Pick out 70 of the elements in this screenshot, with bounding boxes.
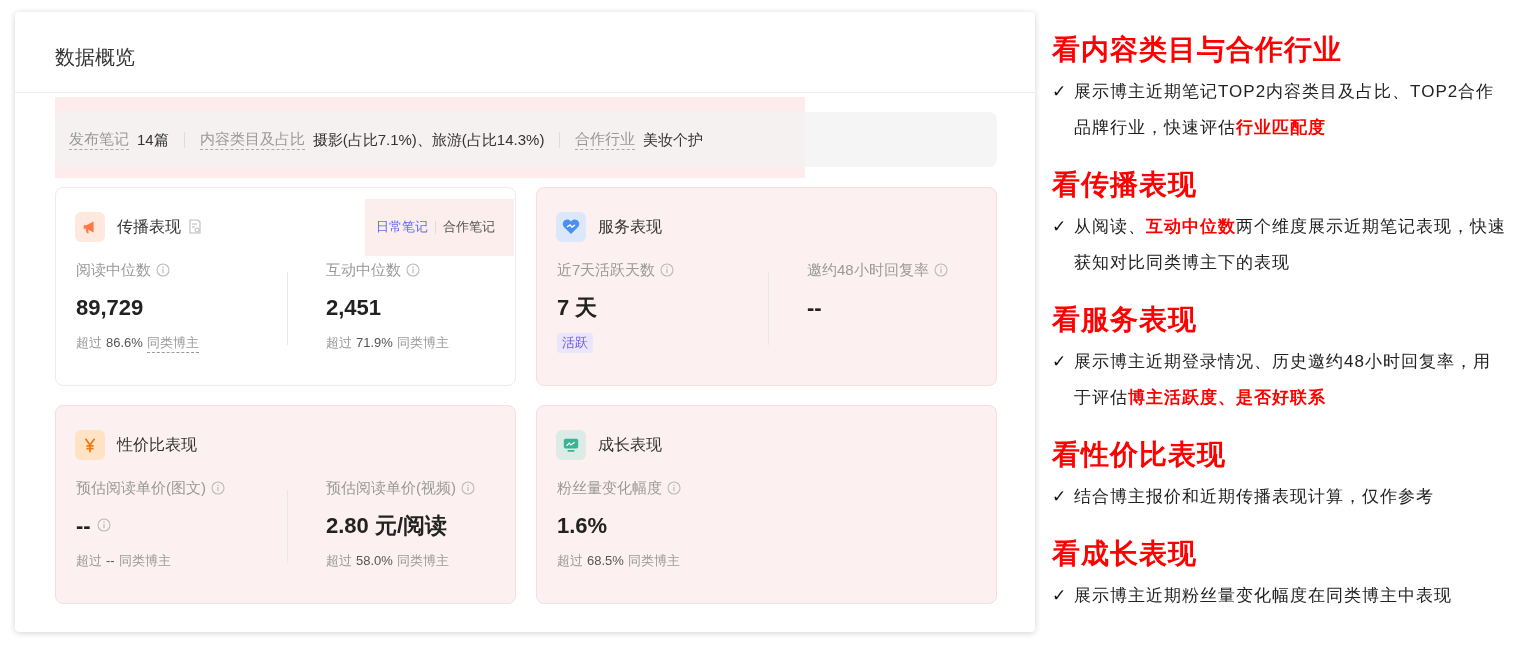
comparison-value: --: [106, 552, 115, 571]
info-icon[interactable]: [667, 481, 681, 495]
comparison-label: 超过: [557, 552, 583, 571]
comparison-label: 超过: [76, 552, 102, 571]
comparison-value: 58.0%: [356, 552, 393, 571]
comparison-label: 超过: [326, 552, 352, 571]
card-title: 成长表现: [598, 435, 662, 455]
card-title: 性价比表现: [117, 435, 197, 455]
note-heading: 看成长表现: [1052, 537, 1198, 571]
metric-label: 预估阅读单价(视频): [326, 477, 456, 498]
metric-label: 近7天活跃天数: [557, 259, 656, 280]
note-heading: 看性价比表现: [1052, 438, 1227, 472]
info-icon[interactable]: [406, 263, 420, 277]
megaphone-icon: [75, 212, 105, 242]
panel-title: 数据概览: [55, 45, 135, 70]
comparison-value: 68.5%: [587, 552, 624, 571]
metric-label: 阅读中位数: [76, 259, 151, 280]
metric-value: 89,729: [76, 293, 144, 322]
info-icon[interactable]: [933, 263, 948, 277]
metric-value: 2.80 元/阅读: [326, 511, 448, 540]
note-text: 展示博主近期粉丝量变化幅度在同类博主中表现: [1074, 585, 1452, 607]
note-heading: 看传播表现: [1052, 168, 1198, 202]
comparison-value: 86.6%: [106, 334, 143, 353]
note-text: 展示博主近期笔记TOP2内容类目及占比、TOP2合作品牌行业，快速评估行业匹配度: [1074, 81, 1496, 139]
summary-label[interactable]: 内容类目及占比: [199, 129, 305, 150]
metric-label: 互动中位数: [326, 259, 401, 280]
metric-value: --: [76, 511, 91, 540]
summary-value: 摄影(占比7.1%)、旅游(占比14.3%): [312, 129, 545, 150]
metric-value: 7 天: [557, 293, 598, 322]
comparison-label: 超过: [326, 334, 352, 353]
card-title: 传播表现: [117, 217, 181, 237]
note-text: 展示博主近期登录情况、历史邀约48小时回复率，用于评估博主活跃度、是否好联系: [1074, 351, 1492, 409]
note-text: 从阅读、互动中位数两个维度展示近期笔记表现，快速获知对比同类博主下的表现: [1074, 216, 1507, 274]
summary-value: 美妆个护: [643, 129, 704, 150]
check-mark: ✓: [1052, 351, 1067, 373]
info-icon[interactable]: [211, 481, 225, 495]
note-text: 结合博主报价和近期传播表现计算，仅作参考: [1074, 486, 1434, 508]
note-heading: 看内容类目与合作行业: [1052, 33, 1343, 67]
summary-label[interactable]: 发布笔记: [69, 129, 129, 150]
comparison-value: 71.9%: [356, 334, 393, 353]
peer-label: 同类博主: [396, 552, 449, 571]
card-title: 服务表现: [598, 217, 662, 237]
comparison-label: 超过: [76, 334, 102, 353]
summary-value: 14篇: [137, 129, 169, 150]
check-mark: ✓: [1052, 585, 1067, 607]
peer-label[interactable]: 同类博主: [146, 332, 199, 354]
metric-label: 预估阅读单价(图文): [76, 477, 206, 498]
peer-label: 同类博主: [627, 552, 680, 571]
metric-value: --: [807, 293, 822, 322]
metric-label: 粉丝量变化幅度: [557, 477, 662, 498]
metric-label: 邀约48小时回复率: [807, 259, 929, 280]
check-mark: ✓: [1052, 216, 1067, 238]
monitor-icon: [556, 430, 586, 460]
check-mark: ✓: [1052, 81, 1067, 103]
info-icon[interactable]: [156, 263, 170, 277]
note-heading: 看服务表现: [1052, 303, 1198, 337]
info-icon[interactable]: [96, 518, 111, 532]
yen-icon: [75, 430, 105, 460]
status-badge: 活跃: [557, 333, 593, 353]
info-icon[interactable]: [461, 481, 475, 495]
summary-label[interactable]: 合作行业: [575, 129, 636, 150]
tab[interactable]: 合作笔记: [443, 217, 495, 237]
metric-value: 1.6%: [557, 511, 608, 540]
info-icon[interactable]: [660, 263, 675, 277]
peer-label: 同类博主: [118, 552, 171, 571]
document-search-icon[interactable]: [188, 219, 202, 235]
peer-label: 同类博主: [396, 334, 449, 353]
tab[interactable]: 日常笔记: [376, 217, 428, 237]
metric-value: 2,451: [326, 293, 382, 322]
check-mark: ✓: [1052, 486, 1067, 508]
